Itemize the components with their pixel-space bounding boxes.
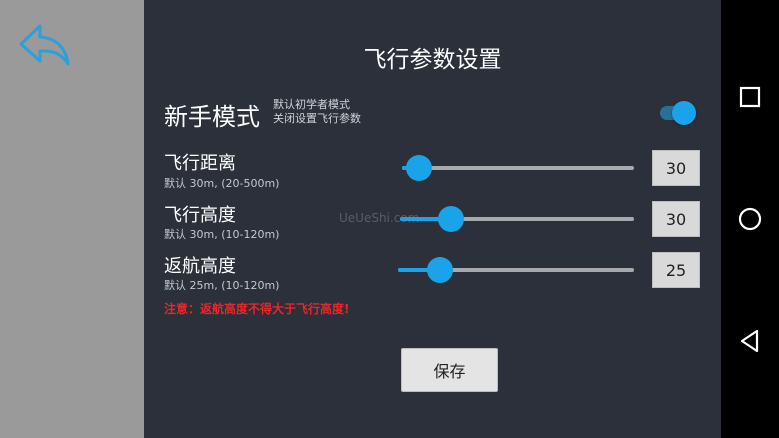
toggle-thumb: [672, 101, 696, 125]
flight-distance-slider[interactable]: [402, 155, 634, 181]
flight-altitude-label: 飞行高度: [164, 205, 236, 226]
novice-mode-toggle[interactable]: [658, 101, 696, 125]
android-nav-bar: [721, 0, 779, 438]
flight-altitude-value[interactable]: 30: [652, 201, 700, 237]
return-altitude-label: 返航高度: [164, 256, 236, 277]
novice-mode-description: 默认初学者模式 关闭设置飞行参数: [273, 98, 361, 125]
slider-rail: [402, 166, 634, 170]
flight-altitude-slider[interactable]: [400, 206, 634, 232]
page-title: 飞行参数设置: [363, 47, 502, 73]
return-altitude-hint: 默认 25m, (10-120m): [164, 279, 280, 292]
flight-distance-value[interactable]: 30: [652, 150, 700, 186]
back-arrow-icon[interactable]: [16, 20, 72, 68]
return-altitude-slider[interactable]: [398, 257, 634, 283]
novice-mode-label: 新手模式: [164, 103, 260, 131]
flight-altitude-hint: 默认 30m, (10-120m): [164, 228, 280, 241]
slider-knob[interactable]: [437, 206, 464, 232]
left-pane: [0, 0, 144, 438]
square-icon[interactable]: [735, 82, 765, 112]
flight-distance-label: 飞行距离: [164, 153, 236, 174]
slider-knob[interactable]: [406, 155, 433, 181]
save-button[interactable]: 保存: [401, 348, 498, 392]
warning-text: 注意：返航高度不得大于飞行高度!: [164, 302, 350, 316]
triangle-back-icon[interactable]: [735, 326, 765, 356]
slider-knob[interactable]: [426, 257, 453, 283]
settings-panel: 飞行参数设置 新手模式 默认初学者模式 关闭设置飞行参数 飞行距离 默认 30m…: [144, 0, 721, 438]
flight-distance-hint: 默认 30m, (20-500m): [164, 177, 280, 190]
watermark: UeUeShi.com: [339, 211, 420, 225]
return-altitude-value[interactable]: 25: [652, 252, 700, 288]
circle-icon[interactable]: [735, 204, 765, 234]
